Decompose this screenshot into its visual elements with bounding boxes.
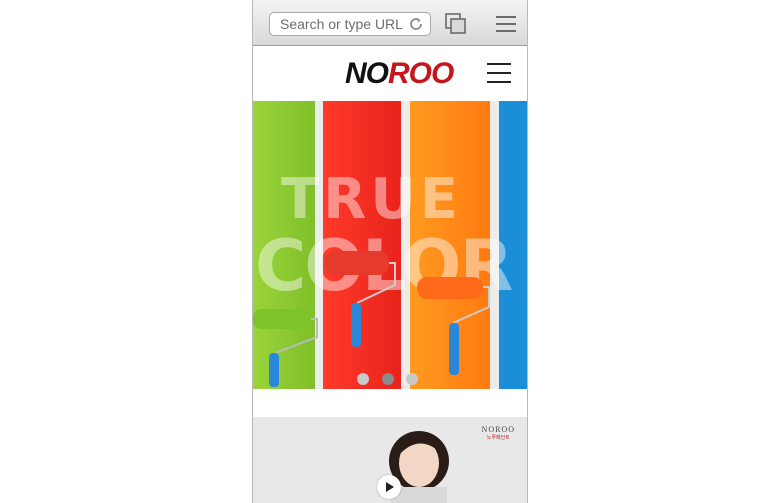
video-section[interactable]: NOROO 노루페인트	[253, 417, 527, 503]
logo-part-dark: NO	[345, 57, 389, 90]
video-brand-logo: NOROO 노루페인트	[482, 425, 515, 441]
site-header: NOROO	[253, 46, 527, 101]
carousel-dot-3[interactable]	[406, 373, 418, 385]
browser-menu-icon[interactable]	[496, 14, 516, 34]
play-button[interactable]	[377, 475, 401, 499]
url-placeholder[interactable]: Search or type URL	[280, 16, 403, 32]
red-roller-icon	[325, 251, 396, 347]
video-brand-name: NOROO	[481, 425, 515, 434]
overlay-text-true: TRUE	[281, 167, 463, 232]
carousel-dot-1[interactable]	[357, 373, 369, 385]
green-roller-icon	[253, 309, 318, 387]
logo-part-red: ROO	[388, 57, 454, 90]
reload-icon[interactable]	[408, 16, 424, 32]
url-bar[interactable]: Search or type URL	[269, 12, 431, 36]
orange-roller-icon	[417, 277, 490, 375]
tabs-icon[interactable]	[445, 13, 467, 35]
carousel-dot-2[interactable]	[382, 373, 394, 385]
browser-toolbar: Search or type URL	[253, 0, 527, 46]
carousel-dots	[357, 373, 427, 385]
noroo-logo[interactable]: NOROO	[345, 55, 454, 93]
hero-banner[interactable]: TRUE COLOR	[253, 101, 527, 389]
video-brand-sub: 노루페인트	[486, 435, 510, 441]
play-icon	[386, 482, 394, 492]
hamburger-icon[interactable]	[487, 63, 511, 83]
mobile-viewport: Search or type URL NOROO TRUE CO	[252, 0, 528, 503]
section-gap	[253, 389, 527, 417]
